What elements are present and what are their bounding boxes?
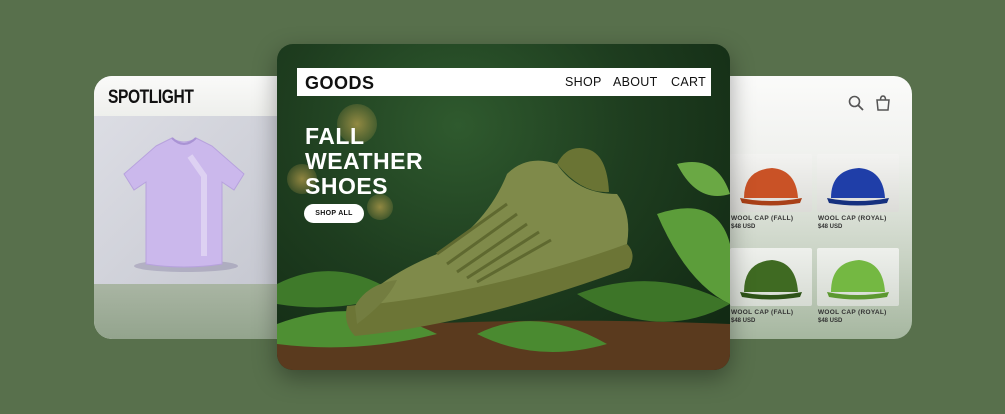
product-image[interactable] [730,248,812,306]
cap-icon [740,168,802,206]
product-price: $48 USD [818,224,843,230]
search-icon[interactable] [847,94,865,112]
product-price: $48 USD [731,224,756,230]
spotlight-title: SPOTLIGHT [108,87,194,108]
hero-headline-line3: SHOES [305,173,389,199]
tshirt-illustration [123,137,245,272]
product-price: $48 USD [731,318,756,324]
nav-link-about[interactable]: ABOUT [613,75,658,89]
cap-icon [740,260,802,300]
site-logo[interactable]: GOODS [305,73,375,94]
product-image[interactable] [730,154,812,212]
hero-headline-line2: WEATHER [305,148,424,174]
tshirt-image[interactable] [94,116,294,284]
nav-link-cart[interactable]: CART [671,75,706,89]
spotlight-footer [94,284,294,339]
shopping-bag-icon[interactable] [874,94,892,112]
product-name[interactable]: WOOL CAP (FALL) [731,309,793,316]
cap-icon [827,168,889,206]
spotlight-card: SPOTLIGHT [94,76,294,339]
product-image[interactable] [817,248,899,306]
hero-headline-line1: FALL [305,123,365,149]
product-image[interactable] [817,154,899,212]
shop-all-button[interactable]: SHOP ALL [304,204,364,223]
product-name[interactable]: WOOL CAP (ROYAL) [818,215,887,222]
site-navbar: GOODS SHOP ABOUT CART [297,68,711,96]
shop-card: WOOL CAP (FALL) $48 USD WOOL CAP (ROYAL)… [706,76,912,339]
product-name[interactable]: WOOL CAP (FALL) [731,215,793,222]
product-name[interactable]: WOOL CAP (ROYAL) [818,309,887,316]
nav-link-shop[interactable]: SHOP [565,75,602,89]
cap-icon [827,260,889,300]
hero-card: GOODS SHOP ABOUT CART FALL WEATHER SHOES… [277,44,730,370]
product-price: $48 USD [818,318,843,324]
